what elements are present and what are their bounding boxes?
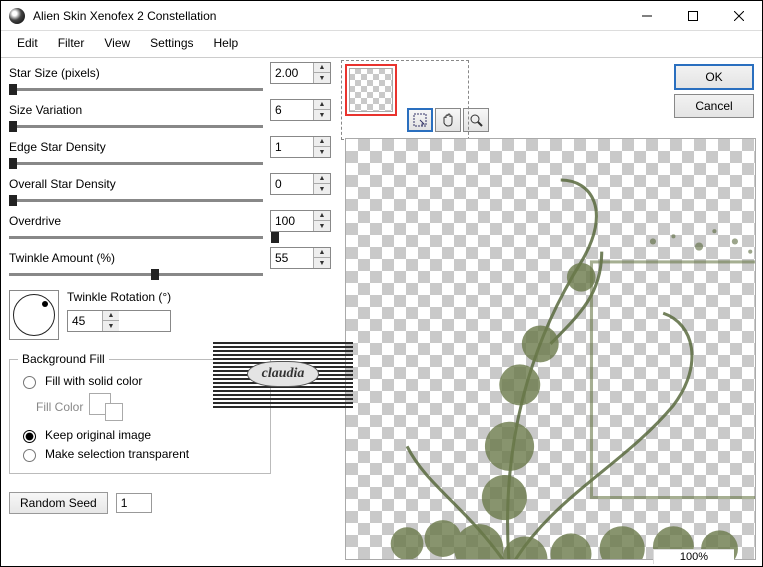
overall-density-label: Overall Star Density: [9, 177, 116, 191]
dial-indicator: [42, 301, 48, 307]
overall-density-up[interactable]: ▲: [314, 174, 330, 184]
star-size-input[interactable]: [271, 63, 313, 83]
twinkle-rotation-up[interactable]: ▲: [103, 311, 119, 321]
edge-density-slider[interactable]: [9, 162, 263, 165]
menu-edit[interactable]: Edit: [9, 34, 46, 52]
overall-density-slider[interactable]: [9, 199, 263, 202]
zoom-level: 100%: [653, 549, 734, 564]
preview-tools: [407, 108, 489, 132]
twinkle-amount-label: Twinkle Amount (%): [9, 251, 115, 265]
overdrive-label: Overdrive: [9, 214, 61, 228]
overall-density-down[interactable]: ▼: [314, 184, 330, 194]
menu-filter[interactable]: Filter: [50, 34, 93, 52]
edge-density-label: Edge Star Density: [9, 140, 106, 154]
ok-button[interactable]: OK: [674, 64, 754, 90]
star-size-slider[interactable]: [9, 88, 263, 91]
slider-thumb[interactable]: [9, 195, 17, 206]
param-edge-density: Edge Star Density ▲▼: [9, 136, 331, 165]
menubar: Edit Filter View Settings Help: [1, 31, 762, 58]
navigator-thumbnail[interactable]: [345, 64, 397, 116]
twinkle-amount-up[interactable]: ▲: [314, 248, 330, 258]
close-button[interactable]: [716, 1, 762, 30]
menu-view[interactable]: View: [96, 34, 138, 52]
titlebar: Alien Skin Xenofex 2 Constellation: [1, 1, 762, 31]
edge-density-input[interactable]: [271, 137, 313, 157]
param-star-size: Star Size (pixels) ▲▼: [9, 62, 331, 91]
background-fill-group: Background Fill Fill with solid color Fi…: [9, 352, 271, 474]
background-fill-legend: Background Fill: [18, 352, 109, 366]
preview-panel: OK Cancel: [339, 58, 762, 566]
overdrive-slider[interactable]: [9, 236, 263, 239]
size-variation-down[interactable]: ▼: [314, 110, 330, 120]
slider-thumb[interactable]: [9, 121, 17, 132]
radio-keep-original[interactable]: Keep original image: [18, 427, 262, 443]
star-size-up[interactable]: ▲: [314, 63, 330, 73]
overdrive-input[interactable]: [271, 211, 313, 231]
param-size-variation: Size Variation ▲▼: [9, 99, 331, 128]
window-controls: [624, 1, 762, 30]
star-size-label: Star Size (pixels): [9, 66, 100, 80]
app-window: Alien Skin Xenofex 2 Constellation Edit …: [0, 0, 763, 567]
hand-tool-button[interactable]: [435, 108, 461, 132]
slider-thumb[interactable]: [9, 158, 17, 169]
minimize-button[interactable]: [624, 1, 670, 30]
radio-make-transparent-label: Make selection transparent: [45, 447, 189, 461]
rotation-dial[interactable]: [9, 290, 59, 340]
fill-color-label: Fill Color: [36, 400, 83, 414]
radio-make-transparent[interactable]: Make selection transparent: [18, 446, 262, 462]
app-icon: [9, 8, 25, 24]
fill-color-swatch-bg[interactable]: [105, 403, 123, 421]
twinkle-rotation-input[interactable]: [68, 311, 102, 331]
param-twinkle-rotation: Twinkle Rotation (°) ▲▼: [9, 290, 331, 340]
star-size-down[interactable]: ▼: [314, 73, 330, 83]
size-variation-input[interactable]: [271, 100, 313, 120]
radio-fill-solid[interactable]: Fill with solid color: [18, 373, 262, 389]
overall-density-input[interactable]: [271, 174, 313, 194]
radio-keep-original-input[interactable]: [23, 430, 36, 443]
cancel-button[interactable]: Cancel: [674, 94, 754, 118]
twinkle-amount-input[interactable]: [271, 248, 313, 268]
maximize-button[interactable]: [670, 1, 716, 30]
menu-settings[interactable]: Settings: [142, 34, 201, 52]
random-seed-button[interactable]: Random Seed: [9, 492, 108, 514]
marquee-tool-button[interactable]: [407, 108, 433, 132]
size-variation-slider[interactable]: [9, 125, 263, 128]
twinkle-amount-slider[interactable]: [9, 273, 263, 276]
edge-density-down[interactable]: ▼: [314, 147, 330, 157]
param-overdrive: Overdrive ▲▼: [9, 210, 331, 239]
random-seed-row: Random Seed: [9, 492, 331, 514]
size-variation-label: Size Variation: [9, 103, 82, 117]
radio-keep-original-label: Keep original image: [45, 428, 151, 442]
twinkle-rotation-label: Twinkle Rotation (°): [67, 290, 171, 304]
radio-fill-solid-input[interactable]: [23, 376, 36, 389]
radio-make-transparent-input[interactable]: [23, 449, 36, 462]
overdrive-up[interactable]: ▲: [314, 211, 330, 221]
param-overall-density: Overall Star Density ▲▼: [9, 173, 331, 202]
radio-fill-solid-label: Fill with solid color: [45, 374, 142, 388]
random-seed-input[interactable]: [116, 493, 152, 513]
zoom-tool-button[interactable]: [463, 108, 489, 132]
edge-density-up[interactable]: ▲: [314, 137, 330, 147]
slider-thumb[interactable]: [9, 84, 17, 95]
slider-thumb[interactable]: [271, 232, 279, 243]
slider-thumb[interactable]: [151, 269, 159, 280]
window-title: Alien Skin Xenofex 2 Constellation: [33, 9, 624, 23]
menu-help[interactable]: Help: [206, 34, 247, 52]
overdrive-down[interactable]: ▼: [314, 221, 330, 231]
preview-artwork: [346, 139, 755, 559]
size-variation-up[interactable]: ▲: [314, 100, 330, 110]
content-area: Star Size (pixels) ▲▼ Size Variation ▲▼: [1, 58, 762, 566]
param-twinkle-amount: Twinkle Amount (%) ▲▼: [9, 247, 331, 276]
parameters-panel: Star Size (pixels) ▲▼ Size Variation ▲▼: [1, 58, 339, 566]
dialog-buttons: OK Cancel: [674, 64, 754, 118]
fill-color-row: Fill Color: [36, 393, 262, 421]
preview-canvas[interactable]: [345, 138, 756, 560]
twinkle-rotation-down[interactable]: ▼: [103, 321, 119, 331]
twinkle-amount-down[interactable]: ▼: [314, 258, 330, 268]
